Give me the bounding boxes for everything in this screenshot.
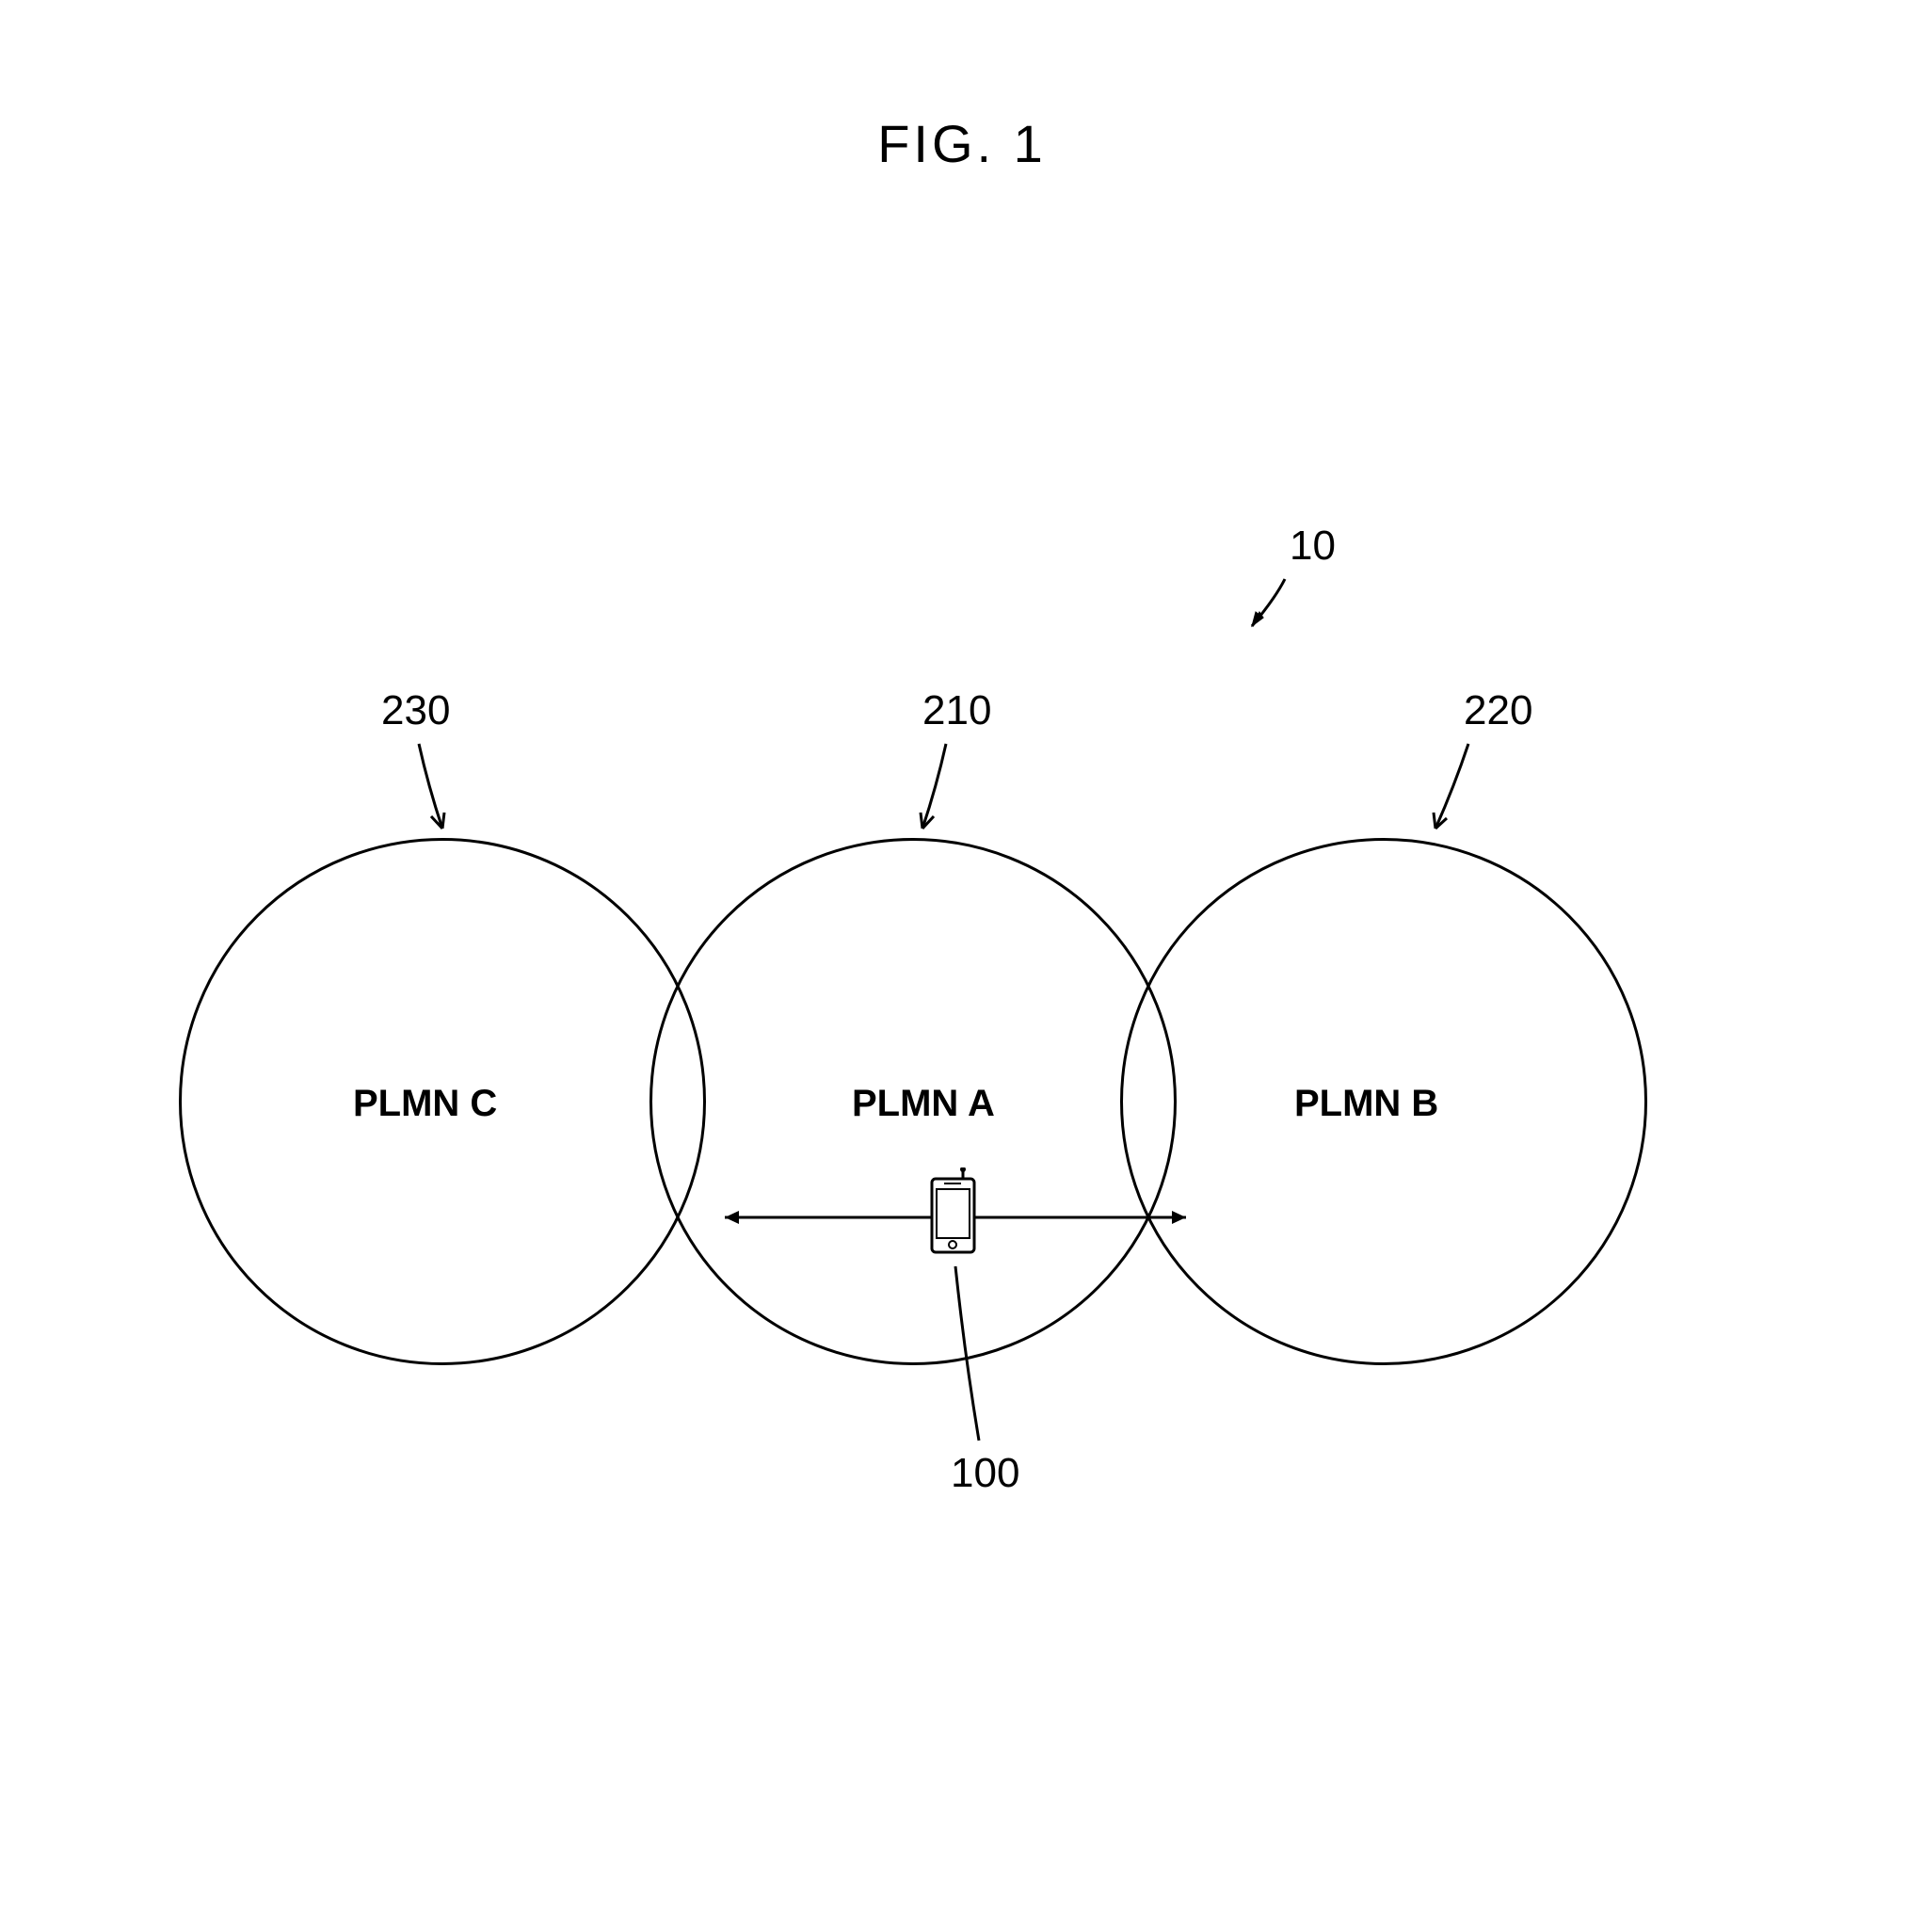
diagram-container: 10 PLMN C PLMN A PLMN B 230 210 220: [0, 565, 1924, 1695]
ref-220: 220: [1464, 687, 1532, 734]
ref-210: 210: [922, 687, 991, 734]
label-plmn-c: PLMN C: [353, 1083, 497, 1125]
label-plmn-a: PLMN A: [852, 1083, 995, 1125]
ref-system: 10: [1290, 523, 1336, 570]
pointer-220: [1412, 739, 1478, 843]
pointer-100: [951, 1262, 998, 1450]
figure-title: FIG. 1: [877, 113, 1047, 174]
ref-100: 100: [951, 1450, 1019, 1497]
ref-230: 230: [381, 687, 450, 734]
pointer-230: [405, 739, 471, 843]
phone-icon: [927, 1167, 979, 1257]
label-plmn-b: PLMN B: [1294, 1083, 1438, 1125]
pointer-10: [1233, 574, 1308, 650]
pointer-210: [904, 739, 970, 843]
